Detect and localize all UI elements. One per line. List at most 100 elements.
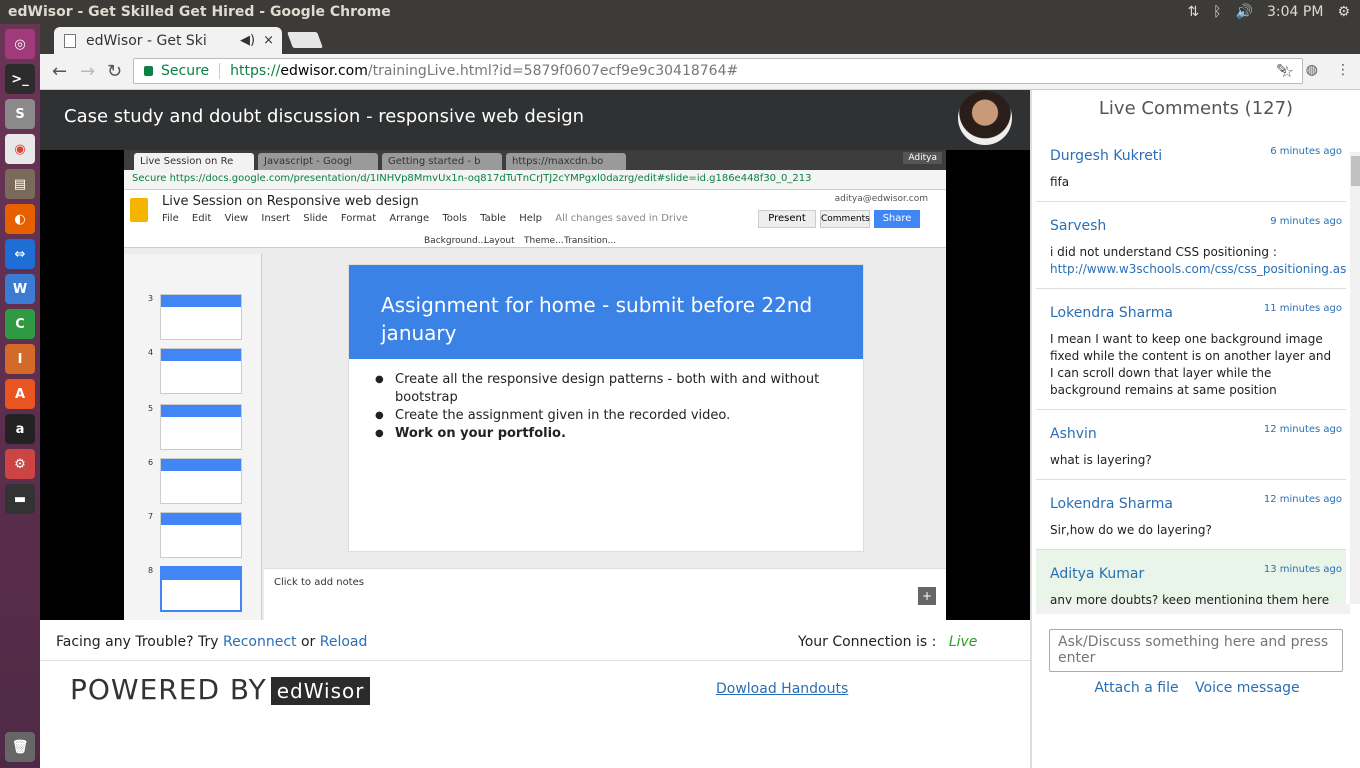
- slide-bullets: Create all the responsive design pattern…: [349, 359, 863, 443]
- comment-item: Lokendra Sharma 11 minutes ago I mean I …: [1036, 289, 1346, 410]
- comments-list[interactable]: Durgesh Kukreti 6 minutes ago fifa Sarve…: [1036, 132, 1346, 610]
- shared-share-button: Share: [874, 210, 920, 228]
- teamviewer-icon[interactable]: ⇔: [5, 239, 35, 269]
- comment-item: Durgesh Kukreti 6 minutes ago fifa: [1036, 132, 1346, 202]
- page-favicon-icon: [64, 33, 76, 48]
- footer: POWERED BY edWisor Dowload Handouts: [40, 661, 1030, 768]
- live-comments-panel: Live Comments (127) Durgesh Kukreti 6 mi…: [1030, 90, 1360, 768]
- unity-launcher: ◎ >_ S ◉ ▤ ◐ ⇔ W C I A a ⚙ ▬ 🗑: [0, 24, 40, 768]
- software-center-icon[interactable]: A: [5, 379, 35, 409]
- live-video-area: Case study and doubt discussion - respon…: [40, 90, 1030, 620]
- slide-thumbnail: [160, 348, 242, 394]
- slide-thumbnail: [160, 294, 242, 340]
- shared-tab: https://maxcdn.bo: [506, 153, 626, 170]
- shared-doc-title: Live Session on Responsive web design: [162, 194, 419, 209]
- terminal-icon[interactable]: >_: [5, 64, 35, 94]
- comment-input[interactable]: [1049, 629, 1343, 672]
- comments-scrollbar[interactable]: [1350, 152, 1360, 604]
- drive-icon[interactable]: ▬: [5, 484, 35, 514]
- comment-text: fifa: [1050, 175, 1070, 189]
- window-title: edWisor - Get Skilled Get Hired - Google…: [8, 4, 391, 20]
- comment-actions: Attach a file Voice message: [1032, 680, 1360, 696]
- new-tab-button[interactable]: [287, 32, 323, 48]
- tab-title: edWisor - Get Ski: [86, 32, 207, 49]
- shared-browser-tabs: Live Session on Re Javascript - Googl Ge…: [124, 150, 946, 170]
- browser-tab[interactable]: edWisor - Get Ski ◀) ×: [54, 27, 282, 54]
- reload-icon[interactable]: ↻: [107, 61, 122, 82]
- sublime-text-icon[interactable]: S: [5, 99, 35, 129]
- session-header: Case study and doubt discussion - respon…: [40, 90, 1030, 150]
- clock[interactable]: 3:04 PM: [1267, 4, 1323, 20]
- presenter-avatar: [958, 91, 1012, 145]
- firefox-icon[interactable]: ◐: [5, 204, 35, 234]
- comment-time: 12 minutes ago: [1263, 494, 1342, 505]
- network-icon[interactable]: ⇅: [1187, 4, 1199, 20]
- bluetooth-icon[interactable]: ᛒ: [1213, 4, 1221, 20]
- amazon-icon[interactable]: a: [5, 414, 35, 444]
- shared-tab: Getting started - b: [382, 153, 502, 170]
- menu-kebab-icon[interactable]: ⋮: [1336, 62, 1350, 78]
- shared-slide: Assignment for home - submit before 22nd…: [348, 264, 864, 552]
- reload-link[interactable]: Reload: [320, 634, 368, 650]
- comment-time: 11 minutes ago: [1263, 303, 1342, 314]
- comments-horizontal-scrollbar[interactable]: [1036, 604, 1350, 614]
- reconnect-link[interactable]: Reconnect: [223, 634, 297, 650]
- files-icon[interactable]: ▤: [5, 169, 35, 199]
- libreoffice-impress-icon[interactable]: I: [5, 344, 35, 374]
- connection-label: Your Connection is :: [798, 634, 937, 650]
- browser-toolbar: ← → ↻ Secure https://edwisor.com/trainin…: [40, 54, 1360, 90]
- shared-screen: Live Session on Re Javascript - Googl Ge…: [124, 150, 946, 620]
- slide-thumbnail: [160, 512, 242, 558]
- attach-file-link[interactable]: Attach a file: [1094, 680, 1178, 696]
- slide-bullet: Work on your portfolio.: [375, 425, 863, 443]
- system-settings-icon[interactable]: ⚙: [5, 449, 35, 479]
- shared-tab: Live Session on Re: [134, 153, 254, 170]
- slide-thumbnail-selected: [160, 566, 242, 612]
- speaker-notes: Click to add notes +: [264, 568, 946, 620]
- download-handouts-link[interactable]: Dowload Handouts: [716, 681, 848, 697]
- comment-time: 13 minutes ago: [1263, 564, 1342, 575]
- slide-thumbnail: [160, 458, 242, 504]
- comment-item: Sarvesh 9 minutes ago i did not understa…: [1036, 202, 1346, 289]
- forward-arrow-icon[interactable]: →: [80, 61, 95, 82]
- connection-live-badge: Live: [948, 634, 978, 650]
- google-slides-logo-icon: [130, 198, 148, 222]
- settings-gear-icon[interactable]: ⚙: [1337, 4, 1350, 20]
- url-path: /trainingLive.html?id=5879f0607ecf9e9c30…: [367, 63, 739, 79]
- url-host: edwisor.com: [280, 63, 368, 79]
- lock-icon: [144, 66, 153, 76]
- comment-link[interactable]: http://www.w3schools.com/css/css_positio…: [1050, 262, 1346, 276]
- shared-toolbar: Background... Layout Theme... Transition…: [424, 236, 617, 246]
- dash-home-icon[interactable]: ◎: [5, 29, 35, 59]
- plus-icon: +: [918, 587, 936, 605]
- trouble-text: Facing any Trouble? Try: [56, 634, 219, 650]
- voice-message-link[interactable]: Voice message: [1195, 680, 1300, 696]
- back-arrow-icon[interactable]: ←: [52, 61, 67, 82]
- libreoffice-writer-icon[interactable]: W: [5, 274, 35, 304]
- comment-text: what is layering?: [1050, 453, 1152, 467]
- close-tab-icon[interactable]: ×: [263, 33, 274, 48]
- comments-title: Live Comments (127): [1098, 98, 1294, 119]
- comment-text: Sir,how do we do layering?: [1050, 523, 1212, 537]
- comment-item: Lokendra Sharma 12 minutes ago Sir,how d…: [1036, 480, 1346, 550]
- shared-present-button: Present: [758, 210, 816, 228]
- chrome-icon[interactable]: ◉: [5, 134, 35, 164]
- powered-by-logo: POWERED BY edWisor: [70, 673, 371, 706]
- edwisor-brand: edWisor: [270, 677, 371, 705]
- extension-icon[interactable]: ◍: [1306, 62, 1318, 78]
- eyedropper-extension-icon[interactable]: ✎: [1276, 62, 1288, 78]
- secure-label: Secure: [161, 63, 210, 79]
- trash-icon[interactable]: 🗑: [5, 732, 35, 762]
- address-bar[interactable]: Secure https://edwisor.com/trainingLive.…: [133, 58, 1303, 84]
- shared-url-bar: Secure https://docs.google.com/presentat…: [124, 170, 946, 190]
- mute-icon[interactable]: ◀): [240, 33, 255, 48]
- comment-text: I mean I want to keep one background ima…: [1050, 332, 1332, 397]
- comment-text: i did not understand CSS positioning : h…: [1050, 244, 1346, 278]
- scrollbar-thumb[interactable]: [1351, 156, 1360, 186]
- volume-icon[interactable]: 🔊: [1236, 4, 1253, 20]
- libreoffice-calc-icon[interactable]: C: [5, 309, 35, 339]
- slide-title: Assignment for home - submit before 22nd…: [349, 265, 863, 359]
- trouble-bar: Facing any Trouble? Try Reconnect or Rel…: [40, 620, 1030, 661]
- or-text: or: [300, 634, 316, 650]
- comment-item: Ashvin 12 minutes ago what is layering?: [1036, 410, 1346, 480]
